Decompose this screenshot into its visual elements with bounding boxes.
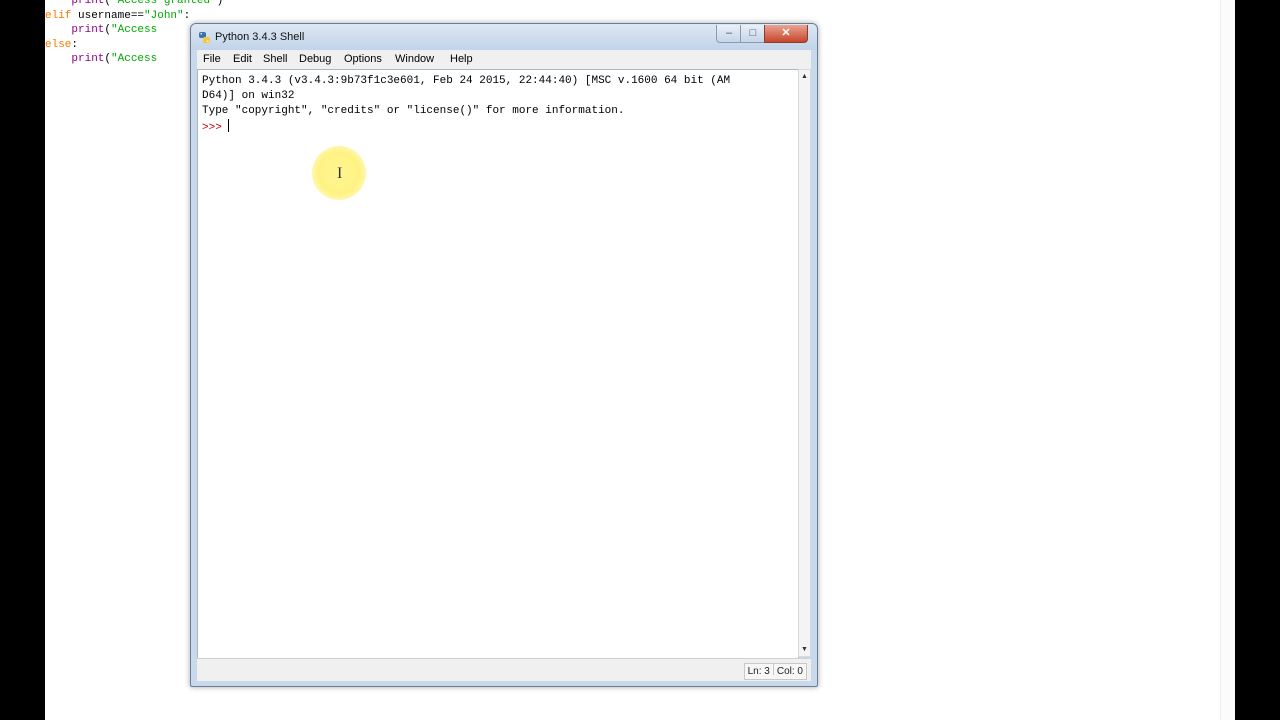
shell-output: Python 3.4.3 (v3.4.3:9b73f1c3e601, Feb 2… [202, 74, 730, 136]
status-bar: Ln: 3 Col: 0 [197, 658, 811, 681]
close-button[interactable]: ✕ [764, 25, 808, 43]
menu-debug[interactable]: Debug [299, 53, 331, 65]
code-line: print("Access granted") [45, 0, 223, 9]
code-token: : [71, 38, 79, 51]
code-token: ) [216, 0, 224, 7]
code-token: "John" [144, 9, 184, 22]
cursor-position: Ln: 3 Col: 0 [743, 663, 807, 680]
status-col: Col: 0 [776, 666, 803, 677]
banner-line-1: Python 3.4.3 (v3.4.3:9b73f1c3e601, Feb 2… [202, 75, 731, 87]
menu-shell[interactable]: Shell [263, 53, 287, 65]
scroll-down-arrow-icon[interactable]: ▼ [799, 643, 810, 656]
code-token: "Access [111, 24, 158, 37]
menu-bar: File Edit Shell Debug Options Window Hel… [197, 50, 811, 69]
code-token: "Access granted" [111, 0, 217, 7]
idle-shell-window[interactable]: Python 3.4.3 Shell – □ ✕ File Edit Shell… [190, 23, 818, 687]
banner-line-3: Type "copyright", "credits" or "license(… [202, 105, 625, 117]
code-token: "Access [111, 53, 158, 66]
maximize-button[interactable]: □ [740, 25, 766, 43]
banner-line-2: D64)] on win32 [202, 90, 295, 102]
ibeam-cursor-icon: I [337, 165, 343, 182]
menu-window[interactable]: Window [395, 53, 434, 65]
code-token: print [71, 53, 105, 66]
scroll-up-arrow-icon[interactable]: ▲ [799, 70, 810, 83]
menu-options[interactable]: Options [344, 53, 382, 65]
menu-file[interactable]: File [203, 53, 221, 65]
minimize-button[interactable]: – [716, 25, 742, 43]
code-line: elif username=="John": [45, 9, 223, 24]
shell-text-area[interactable]: Python 3.4.3 (v3.4.3:9b73f1c3e601, Feb 2… [197, 69, 799, 659]
code-token: else [45, 38, 72, 51]
menu-help[interactable]: Help [450, 53, 473, 65]
window-title: Python 3.4.3 Shell [215, 31, 305, 43]
code-token: elif [45, 9, 72, 22]
title-bar[interactable]: Python 3.4.3 Shell – □ ✕ [191, 24, 817, 50]
shell-prompt: >>> [202, 122, 229, 134]
code-token: username== [71, 9, 145, 22]
vertical-scrollbar[interactable]: ▲ ▼ [798, 69, 811, 657]
background-window-edge [1220, 0, 1235, 720]
code-token: print [71, 0, 105, 7]
code-token: : [183, 9, 191, 22]
menu-edit[interactable]: Edit [233, 53, 252, 65]
python-icon [199, 32, 210, 43]
code-token: print [71, 24, 105, 37]
text-caret [228, 119, 230, 132]
status-line: Ln: 3 [747, 666, 770, 677]
